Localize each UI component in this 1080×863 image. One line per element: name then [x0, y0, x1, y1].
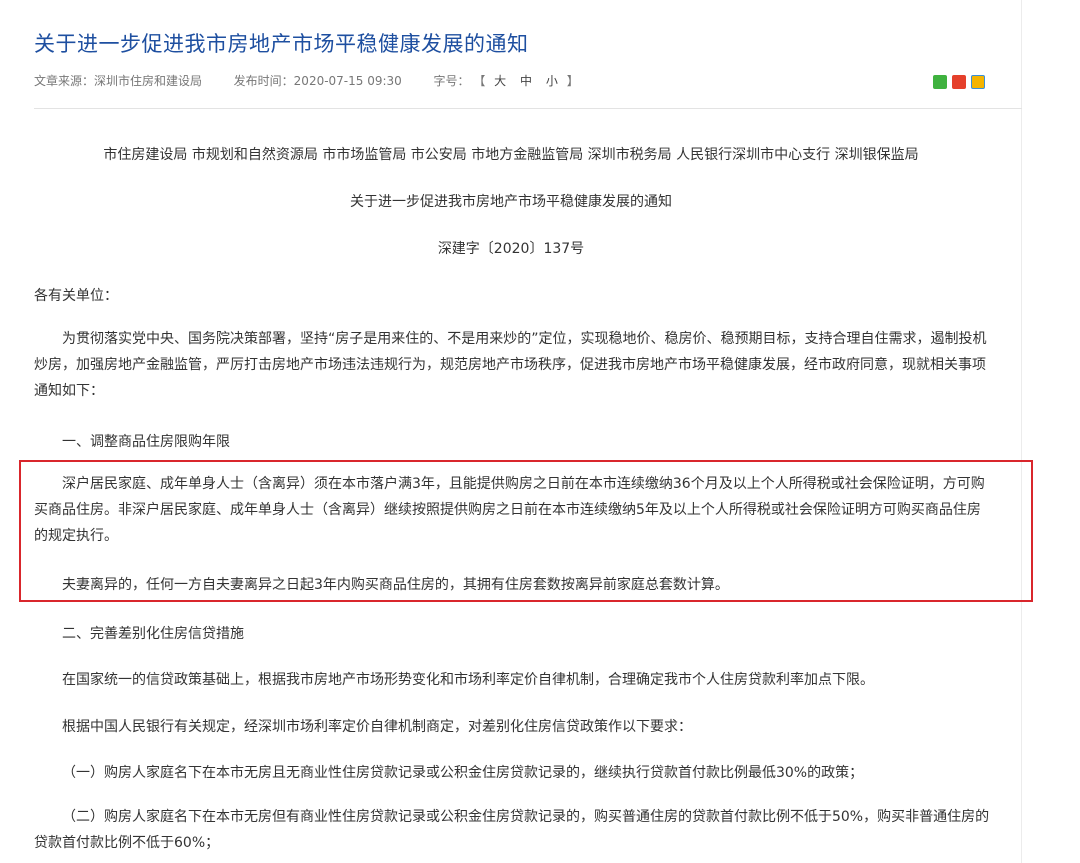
policy-item-2: （二）购房人家庭名下在本市无房但有商业性住房贷款记录或公积金住房贷款记录的，购买…	[34, 809, 990, 851]
document-number: 深建字〔2020〕137号	[437, 241, 585, 257]
salutation: 各有关单位：	[34, 288, 118, 304]
policy-item-1: （一）购房人家庭名下在本市无房且无商业性住房贷款记录或公积金住房贷款记录的，继续…	[62, 765, 864, 781]
issuing-departments: 市住房建设局 市规划和自然资源局 市市场监管局 市公安局 市地方金融监管局 深圳…	[103, 147, 919, 163]
font-size-large-button[interactable]: 大	[489, 72, 511, 89]
font-size-small-button[interactable]: 小	[541, 72, 563, 89]
font-size-bracket-close: 】	[566, 74, 579, 88]
section-2-paragraph-2: 根据中国人民银行有关规定，经深圳市场利率定价自律机制商定，对差别化住房信贷政策作…	[62, 719, 692, 735]
intro-paragraph: 为贯彻落实党中央、国务院决策部署，坚持“房子是用来住的、不是用来炒的”定位，实现…	[34, 331, 987, 399]
page-title: 关于进一步促进我市房地产市场平稳健康发展的通知	[34, 32, 529, 56]
section-1-heading: 一、调整商品住房限购年限	[62, 434, 230, 450]
weibo-icon[interactable]	[952, 75, 966, 89]
header-divider	[34, 108, 1022, 109]
font-size-medium-button[interactable]: 中	[515, 72, 537, 89]
section-1-paragraph-2: 夫妻离异的，任何一方自夫妻离异之日起3年内购买商品住房的，其拥有住房套数按离异前…	[62, 577, 729, 593]
font-size-bracket-open: 【	[473, 74, 486, 88]
section-2-paragraph-1: 在国家统一的信贷政策基础上，根据我市房地产市场形势变化和市场利率定价自律机制，合…	[62, 672, 874, 688]
section-2-heading: 二、完善差别化住房信贷措施	[62, 626, 244, 642]
article-meta: 文章来源：深圳市住房和建设局 发布时间：2020-07-15 09:30 字号：…	[34, 72, 579, 89]
wechat-icon[interactable]	[933, 75, 947, 89]
section-1-paragraph-1: 深户居民家庭、成年单身人士（含离异）须在本市落户满3年，且能提供购房之日前在本市…	[34, 476, 985, 544]
document-title: 关于进一步促进我市房地产市场平稳健康发展的通知	[350, 194, 672, 210]
content-frame-border	[1021, 0, 1022, 863]
article-source: 文章来源：深圳市住房和建设局	[34, 74, 203, 88]
share-bar	[933, 75, 985, 89]
qzone-icon[interactable]	[971, 75, 985, 89]
publish-time: 发布时间：2020-07-15 09:30	[233, 74, 402, 88]
font-size-label: 字号：	[433, 74, 470, 88]
